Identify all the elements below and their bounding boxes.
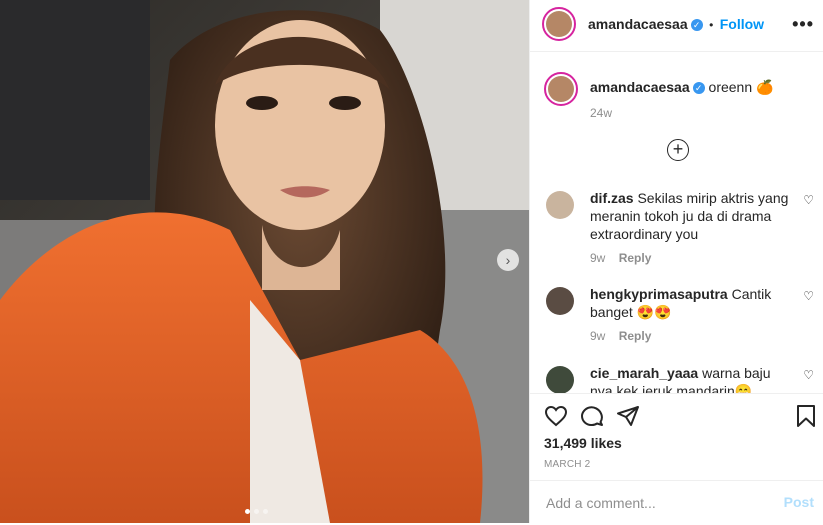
comment-item: cie_marah_yaaa warna baju nya kek jeruk … bbox=[544, 364, 814, 393]
next-photo-button[interactable]: › bbox=[497, 249, 519, 271]
verified-badge-icon: ✓ bbox=[692, 82, 705, 95]
carousel-dot bbox=[245, 509, 250, 514]
caption-age: 24w bbox=[590, 106, 613, 120]
chevron-right-icon: › bbox=[505, 252, 511, 268]
comment-age: 9w bbox=[590, 251, 606, 265]
bookmark-icon[interactable] bbox=[794, 404, 818, 433]
commenter-avatar[interactable] bbox=[546, 287, 574, 315]
verified-badge-icon: ✓ bbox=[690, 18, 703, 31]
post-date: MARCH 2 bbox=[544, 459, 591, 470]
photo-image bbox=[0, 0, 529, 523]
post-header: amandacaesaa ✓ • Follow ••• bbox=[530, 0, 823, 52]
comment-username[interactable]: hengkyprimasaputra bbox=[590, 286, 728, 302]
post-panel: amandacaesaa ✓ • Follow ••• amandacaesaa ✓… bbox=[529, 0, 823, 523]
carousel-dot bbox=[263, 509, 268, 514]
comment-item: hengkyprimasaputra Cantik banget 😍😍 9w R… bbox=[544, 285, 814, 343]
commenter-avatar[interactable] bbox=[546, 366, 574, 393]
carousel-indicator bbox=[245, 509, 268, 514]
header-separator: • bbox=[709, 18, 714, 32]
post-comment-button[interactable]: Post bbox=[784, 494, 814, 510]
comment-input[interactable] bbox=[544, 491, 768, 515]
comment-age: 9w bbox=[590, 329, 606, 343]
owner-avatar[interactable] bbox=[544, 72, 578, 106]
comment-item: dif.zas Sekilas mirip aktris yang merani… bbox=[544, 189, 814, 265]
follow-button[interactable]: Follow bbox=[720, 16, 764, 32]
comment-username[interactable]: cie_marah_yaaa bbox=[590, 365, 698, 381]
heart-icon[interactable]: ♡ bbox=[803, 289, 814, 303]
heart-icon[interactable] bbox=[544, 404, 568, 433]
post-photo[interactable]: › bbox=[0, 0, 529, 523]
reply-button[interactable]: Reply bbox=[619, 329, 652, 343]
carousel-dot bbox=[254, 509, 259, 514]
heart-icon[interactable]: ♡ bbox=[803, 368, 814, 382]
load-more-comments-button[interactable]: + bbox=[667, 139, 689, 161]
likes-count[interactable]: 31,499 likes bbox=[544, 435, 622, 451]
more-options-icon[interactable]: ••• bbox=[792, 14, 814, 35]
comment-icon[interactable] bbox=[580, 404, 604, 433]
action-bar: 31,499 likes MARCH 2 Post bbox=[530, 393, 823, 524]
comment-username[interactable]: dif.zas bbox=[590, 190, 634, 206]
comments-area[interactable]: amandacaesaa ✓ oreenn 🍊 24w + dif.zas Sek… bbox=[530, 53, 823, 393]
caption-username[interactable]: amandacaesaa bbox=[590, 79, 690, 95]
owner-avatar[interactable] bbox=[542, 7, 576, 41]
caption-text: oreenn 🍊 bbox=[708, 79, 774, 95]
owner-username[interactable]: amandacaesaa bbox=[588, 16, 688, 32]
add-comment-bar: Post bbox=[530, 480, 823, 525]
caption: amandacaesaa ✓ oreenn 🍊 24w bbox=[544, 72, 814, 122]
reply-button[interactable]: Reply bbox=[619, 251, 652, 265]
heart-icon[interactable]: ♡ bbox=[803, 193, 814, 207]
commenter-avatar[interactable] bbox=[546, 191, 574, 219]
paper-plane-icon[interactable] bbox=[616, 404, 640, 433]
